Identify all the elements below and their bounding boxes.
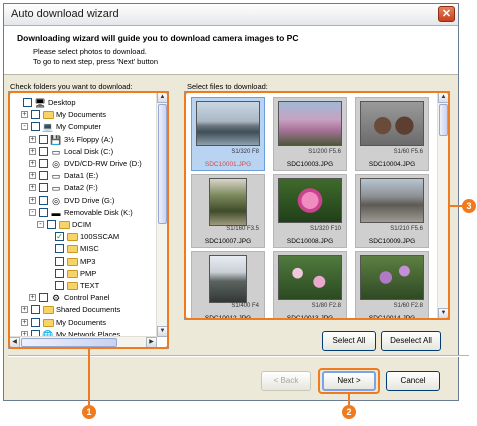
callout-highlight-next xyxy=(318,368,380,394)
header-title: Downloading wizard will guide you to dow… xyxy=(17,33,299,43)
callout-line-1 xyxy=(88,349,90,405)
footer-separator xyxy=(8,355,469,357)
callout-line-2 xyxy=(348,394,350,405)
deselect-all-button[interactable]: Deselect All xyxy=(381,331,441,351)
title-bar: Auto download wizard ✕ xyxy=(4,4,458,26)
cancel-button[interactable]: Cancel xyxy=(386,371,440,391)
callout-marker-3: 3 xyxy=(462,199,476,213)
header-line-1: Please select photos to download. xyxy=(33,47,147,56)
callout-marker-1: 1 xyxy=(82,405,96,419)
files-label: Select files to download: xyxy=(187,82,268,91)
wizard-header: Downloading wizard will guide you to dow… xyxy=(4,26,458,75)
close-icon: ✕ xyxy=(441,8,452,20)
header-line-2: To go to next step, press 'Next' button xyxy=(33,57,159,66)
callout-highlight-grid xyxy=(184,91,450,320)
window-title: Auto download wizard xyxy=(11,8,119,20)
back-button[interactable]: < Back xyxy=(261,371,311,391)
folders-label: Check folders you want to download: xyxy=(10,82,133,91)
close-button[interactable]: ✕ xyxy=(438,6,455,22)
callout-marker-2: 2 xyxy=(342,405,356,419)
callout-highlight-tree xyxy=(8,91,169,349)
select-all-button[interactable]: Select All xyxy=(322,331,376,351)
